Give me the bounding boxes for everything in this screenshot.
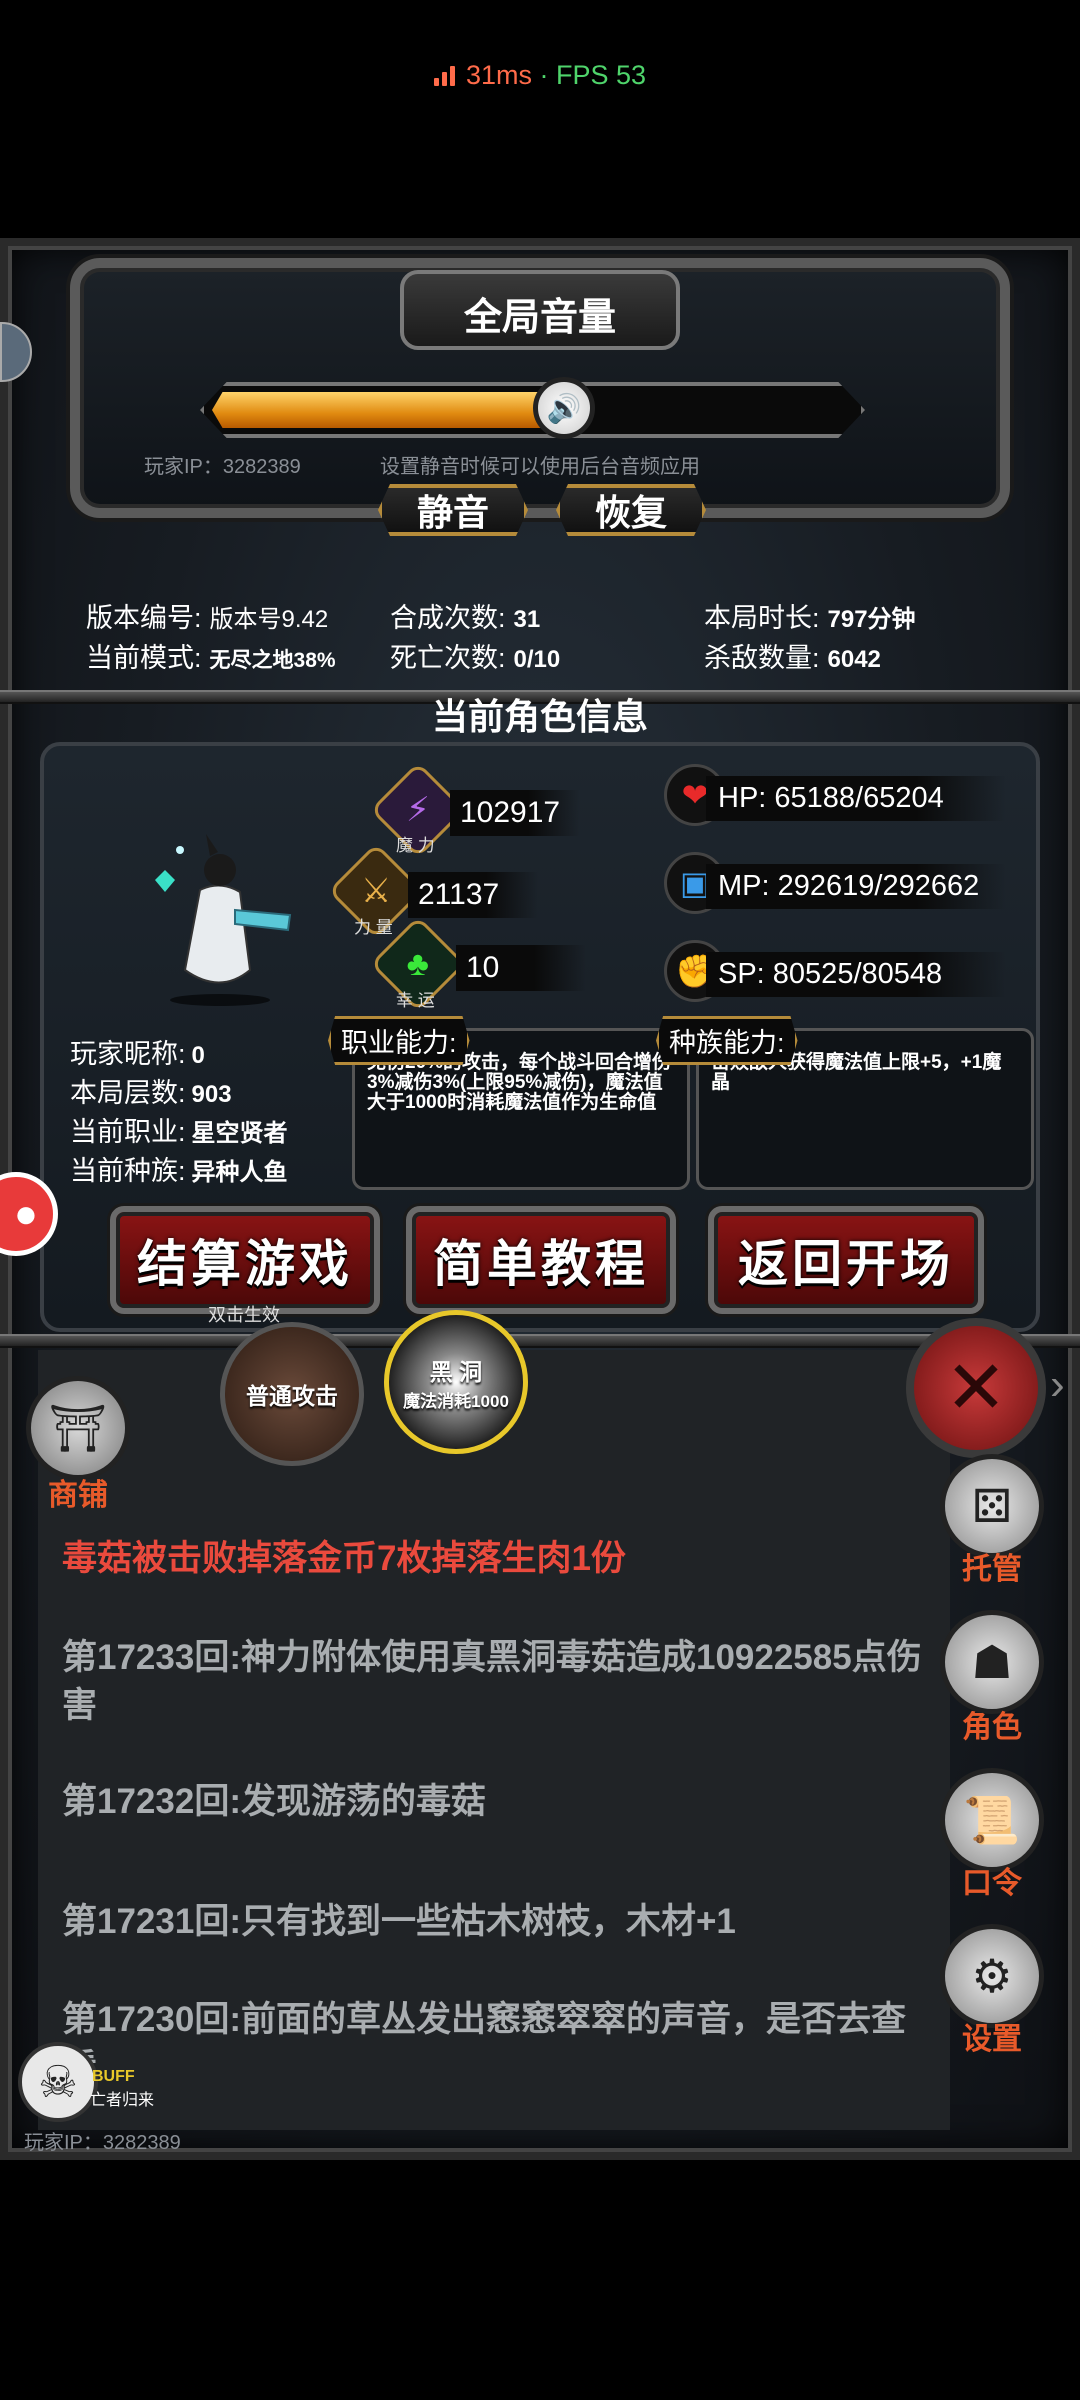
dice-icon: ⚄ xyxy=(972,1480,1012,1532)
black-hole-cost: 魔法消耗1000 xyxy=(403,1391,509,1411)
bottom-divider xyxy=(0,1334,1080,1348)
nickname-line: 玩家昵称: 0 xyxy=(70,1039,205,1069)
player-ip-label: 玩家IP：3282389 xyxy=(144,456,301,478)
kills-value: 6042 xyxy=(827,646,881,673)
fps-text: FPS 53 xyxy=(555,60,647,90)
settings-button[interactable]: ⚙ xyxy=(940,1924,1044,2028)
character-section-title: 当前角色信息 xyxy=(431,696,648,737)
log-line-1: 毒菇被击败掉落金币7枚掉落生肉1份 xyxy=(62,1539,626,1578)
nickname-value: 0 xyxy=(191,1042,205,1069)
restore-button[interactable]: 恢复 xyxy=(556,484,706,536)
buff-label: BUFF xyxy=(92,2068,135,2085)
luck-attr-label: 幸 运 xyxy=(396,991,435,1010)
stat-version: 版本编号: 版本号9.42 xyxy=(86,603,329,633)
sp-value: SP: 80525/80548 xyxy=(706,952,1006,997)
gear-icon: ⚙ xyxy=(971,1950,1013,2002)
heart-icon: ❤ xyxy=(681,777,709,813)
mute-button[interactable]: 静音 xyxy=(378,484,528,536)
signal-icon xyxy=(433,64,458,86)
strength-attr-value: 21137 xyxy=(408,872,538,918)
lightning-icon: ⚡ xyxy=(406,791,430,829)
shop-icon: ⛩ xyxy=(48,1401,108,1454)
person-icon: ● xyxy=(13,1191,39,1236)
code-button[interactable]: 📜 xyxy=(940,1768,1044,1872)
volume-slider-knob[interactable]: 🔊 xyxy=(533,377,595,439)
close-button[interactable]: ✕ xyxy=(906,1318,1046,1458)
spear-icon: ⚔ xyxy=(360,871,392,910)
death-value: 0/10 xyxy=(513,646,561,673)
stat-time: 本局时长: 797分钟 xyxy=(704,603,916,633)
close-icon: ✕ xyxy=(944,1346,1007,1429)
normal-attack-label: 普通攻击 xyxy=(246,1383,338,1409)
black-hole-skill[interactable]: 黑 洞 魔法消耗1000 xyxy=(384,1310,528,1454)
log-line-5: 第17230回:前面的草丛发出窸窸窣窣的声音，是否去查看 xyxy=(62,2000,906,2087)
job-value: 星空贤者 xyxy=(191,1120,288,1147)
return-start-button[interactable]: 返回开场 xyxy=(708,1206,984,1314)
floor-value: 903 xyxy=(191,1081,232,1108)
floor-line: 本局层数: 903 xyxy=(70,1078,232,1108)
time-value: 797分钟 xyxy=(827,606,916,633)
speaker-icon: 🔊 xyxy=(546,392,582,424)
race-line: 当前种族: 异种人鱼 xyxy=(70,1156,288,1186)
craft-value: 31 xyxy=(513,606,541,633)
character-portrait xyxy=(155,834,292,1006)
log-line-2: 第17233回:神力附体使用真黑洞毒菇造成10922585点伤害 xyxy=(62,1638,922,1725)
separator: · xyxy=(531,60,556,90)
settings-label: 设置 xyxy=(962,2023,1022,2056)
job-line: 当前职业: 星空贤者 xyxy=(70,1117,288,1147)
role-button[interactable]: ☗ xyxy=(940,1610,1044,1714)
auto-button[interactable]: ⚄ xyxy=(940,1454,1044,1558)
normal-attack-skill[interactable]: 普通攻击 xyxy=(220,1322,364,1466)
clover-icon: ♣ xyxy=(406,944,430,983)
scroll-icon: 📜 xyxy=(963,1793,1021,1846)
shop-button[interactable]: ⛩ xyxy=(26,1376,130,1480)
version-value: 版本号9.42 xyxy=(209,606,329,633)
double-tap-hint: 双击生效 xyxy=(208,1305,280,1325)
magic-attr-value: 102917 xyxy=(450,790,580,836)
tutorial-button[interactable]: 简单教程 xyxy=(406,1206,676,1314)
ping-text: 31ms xyxy=(465,60,532,90)
log-line-4: 第17231回:只有找到一些枯木树枝，木材+1 xyxy=(62,1902,736,1941)
race-ability-tag: 种族能力: xyxy=(656,1016,798,1065)
magic-attr-label: 魔 力 xyxy=(396,836,435,855)
volume-title: 全局音量 xyxy=(463,297,616,339)
stat-mode: 当前模式: 无尽之地38% xyxy=(86,643,336,673)
role-label: 角色 xyxy=(962,1711,1022,1744)
hp-value: HP: 65188/65204 xyxy=(706,776,1006,821)
performance-overlay: 31ms · FPS 53 xyxy=(0,60,1080,91)
buff-skull-icon[interactable]: ☠ xyxy=(18,2042,98,2122)
stat-death: 死亡次数: 0/10 xyxy=(390,643,561,673)
buff-name: 亡者归来 xyxy=(90,2092,155,2109)
volume-hint: 设置静音时候可以使用后台音频应用 xyxy=(380,456,700,478)
code-label: 口令 xyxy=(962,1867,1022,1900)
stat-craft: 合成次数: 31 xyxy=(390,603,541,633)
strength-attr-label: 力 量 xyxy=(354,918,393,937)
log-line-3: 第17232回:发现游荡的毒菇 xyxy=(62,1782,486,1821)
job-ability-tag: 职业能力: xyxy=(328,1016,470,1065)
race-value: 异种人鱼 xyxy=(191,1159,288,1186)
mode-value: 无尽之地38% xyxy=(209,649,336,672)
mp-value: MP: 292619/292662 xyxy=(706,864,1006,909)
stat-kills: 杀敌数量: 6042 xyxy=(704,643,881,673)
volume-slider-fill xyxy=(212,392,564,428)
footer-player-ip: 玩家IP：3282389 xyxy=(24,2132,181,2154)
auto-label: 托管 xyxy=(962,1553,1022,1586)
shop-label: 商铺 xyxy=(48,1479,108,1512)
settle-game-button[interactable]: 结算游戏 xyxy=(110,1206,380,1314)
black-hole-label: 黑 洞 xyxy=(429,1358,483,1385)
luck-attr-value: 10 xyxy=(456,945,586,991)
hooded-figure-icon: ☗ xyxy=(971,1636,1013,1688)
chevron-right-icon[interactable]: › xyxy=(1050,1360,1065,1410)
